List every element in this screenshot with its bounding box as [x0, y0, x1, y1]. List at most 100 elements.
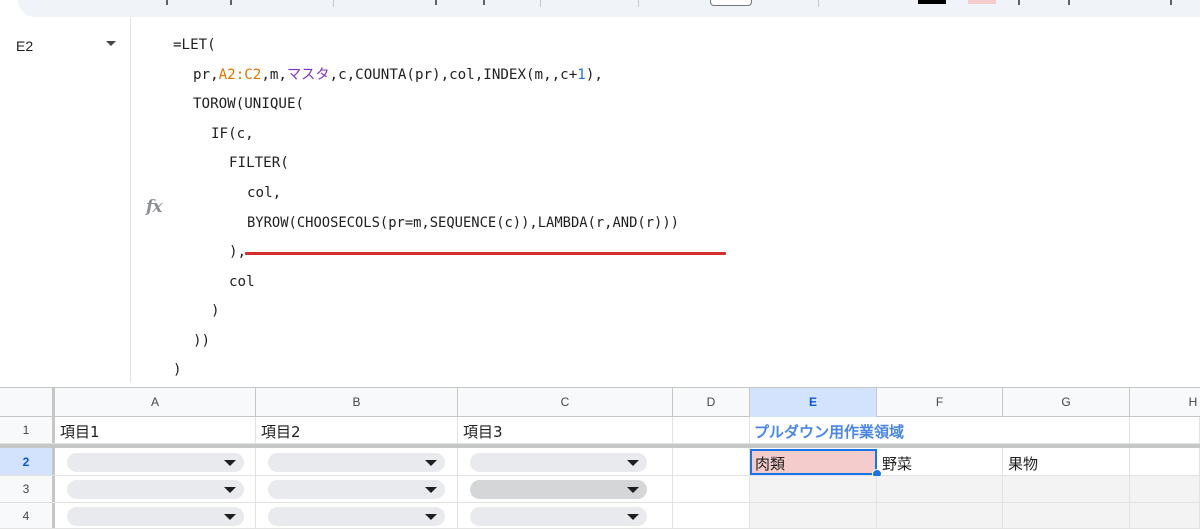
dropdown-chip[interactable]: [470, 480, 647, 499]
dropdown-chip[interactable]: [470, 507, 647, 526]
cell-a2[interactable]: [55, 448, 256, 475]
formula-line-1: =LET(: [173, 35, 216, 55]
row-header-4[interactable]: 4: [0, 503, 55, 528]
formula-text: IF(c,: [211, 126, 254, 142]
column-header-h[interactable]: H: [1130, 388, 1200, 417]
namebox-chevron-icon[interactable]: [106, 41, 116, 46]
formula-text: ): [211, 303, 220, 319]
row-header-3[interactable]: 3: [0, 476, 55, 502]
cell-b4[interactable]: [256, 503, 458, 528]
cell-f3[interactable]: [877, 476, 1003, 502]
cell-f2-text: 野菜: [882, 455, 913, 473]
cell-f4[interactable]: [877, 503, 1003, 528]
column-header-e[interactable]: E: [750, 388, 877, 417]
dropdown-arrow-icon[interactable]: [425, 487, 437, 493]
cell-c4[interactable]: [458, 503, 673, 528]
cell-c1-text: 項目3: [463, 423, 503, 441]
formula-text: pr,: [193, 67, 219, 83]
text-color-icon[interactable]: [918, 0, 946, 4]
borders-icon[interactable]: [1018, 0, 1020, 5]
toolbar-button[interactable]: [166, 0, 168, 5]
cell-f2[interactable]: 野菜: [877, 448, 1003, 475]
cell-h4[interactable]: [1130, 503, 1200, 528]
cell-a4[interactable]: [55, 503, 256, 528]
dropdown-chip[interactable]: [268, 453, 445, 472]
formula-text: TOROW(UNIQUE(: [193, 96, 305, 112]
cell-d4[interactable]: [673, 503, 750, 528]
formula-line-8: ),: [229, 242, 246, 262]
align-icon[interactable]: [1170, 0, 1172, 5]
cell-g2[interactable]: 果物: [1003, 448, 1130, 475]
cell-c2[interactable]: [458, 448, 673, 475]
dropdown-chip[interactable]: [268, 480, 445, 499]
dropdown-chip[interactable]: [67, 453, 244, 472]
cell-b1[interactable]: 項目2: [256, 417, 458, 443]
formula-line-5: FILTER(: [229, 153, 289, 173]
column-header-d[interactable]: D: [673, 388, 750, 417]
toolbar-divider: [818, 0, 819, 7]
cell-b2[interactable]: [256, 448, 458, 475]
formula-text: ,m,: [261, 67, 287, 83]
cell-h3[interactable]: [1130, 476, 1200, 502]
toolbar-button[interactable]: [483, 0, 485, 5]
cell-a1[interactable]: 項目1: [55, 417, 256, 443]
red-underline-annotation: [245, 252, 726, 255]
grid-row-1: 1 項目1 項目2 項目3 プルダウン用作業領域: [0, 417, 1200, 444]
cell-g3[interactable]: [1003, 476, 1130, 502]
toolbar-button[interactable]: [435, 0, 437, 5]
formula-text: BYROW(CHOOSECOLS(pr=m,SEQUENCE(c)),LAMBD…: [247, 215, 679, 231]
formula-text: col,: [247, 185, 282, 201]
formula-text: =LET(: [173, 37, 216, 53]
font-size-box[interactable]: [710, 0, 752, 6]
column-header-b[interactable]: B: [256, 388, 458, 417]
cell-e1[interactable]: プルダウン用作業領域: [750, 417, 1003, 443]
cell-d2[interactable]: [673, 448, 750, 475]
dropdown-chip[interactable]: [67, 507, 244, 526]
cell-d3[interactable]: [673, 476, 750, 502]
toolbar-button[interactable]: [230, 0, 232, 5]
cell-d1[interactable]: [673, 417, 750, 443]
dropdown-chip[interactable]: [268, 507, 445, 526]
formula-text: col: [229, 274, 255, 290]
column-header-row: A B C D E F G H: [0, 387, 1200, 417]
column-header-c[interactable]: C: [458, 388, 673, 417]
cell-e3[interactable]: [750, 476, 877, 502]
grid-row-4: 4: [0, 503, 1200, 529]
row-header-1[interactable]: 1: [0, 417, 55, 443]
column-header-f[interactable]: F: [877, 388, 1003, 417]
cell-b3[interactable]: [256, 476, 458, 502]
merge-icon[interactable]: [1068, 0, 1070, 5]
dropdown-arrow-icon[interactable]: [224, 514, 236, 520]
dropdown-arrow-icon[interactable]: [224, 487, 236, 493]
formula-line-4: IF(c,: [211, 124, 254, 144]
namebox-divider: [130, 17, 131, 383]
dropdown-arrow-icon[interactable]: [627, 460, 639, 466]
column-header-g[interactable]: G: [1003, 388, 1130, 417]
formula-text: ): [173, 362, 182, 378]
fill-color-icon[interactable]: [968, 0, 996, 4]
dropdown-chip[interactable]: [470, 453, 647, 472]
dropdown-arrow-icon[interactable]: [627, 487, 639, 493]
cell-a1-text: 項目1: [60, 423, 100, 441]
cell-g1[interactable]: [1003, 417, 1130, 443]
cell-c3[interactable]: [458, 476, 673, 502]
cell-h1[interactable]: [1130, 417, 1200, 443]
formula-line-11: )): [193, 331, 210, 351]
cell-h2[interactable]: [1130, 448, 1200, 475]
cell-g4[interactable]: [1003, 503, 1130, 528]
row-header-2[interactable]: 2: [0, 448, 55, 475]
cell-a3[interactable]: [55, 476, 256, 502]
dropdown-arrow-icon[interactable]: [425, 514, 437, 520]
cell-c1[interactable]: 項目3: [458, 417, 673, 443]
dropdown-chip[interactable]: [67, 480, 244, 499]
selected-cell-e2[interactable]: 肉類: [750, 449, 877, 475]
grid-row-2: 2 野菜 果物: [0, 448, 1200, 476]
formula-line-3: TOROW(UNIQUE(: [193, 94, 304, 114]
column-header-a[interactable]: A: [55, 388, 256, 417]
dropdown-arrow-icon[interactable]: [425, 460, 437, 466]
dropdown-arrow-icon[interactable]: [627, 514, 639, 520]
select-all-corner[interactable]: [0, 388, 55, 417]
cell-e4[interactable]: [750, 503, 877, 528]
dropdown-arrow-icon[interactable]: [224, 460, 236, 466]
name-box[interactable]: E2: [16, 38, 33, 54]
